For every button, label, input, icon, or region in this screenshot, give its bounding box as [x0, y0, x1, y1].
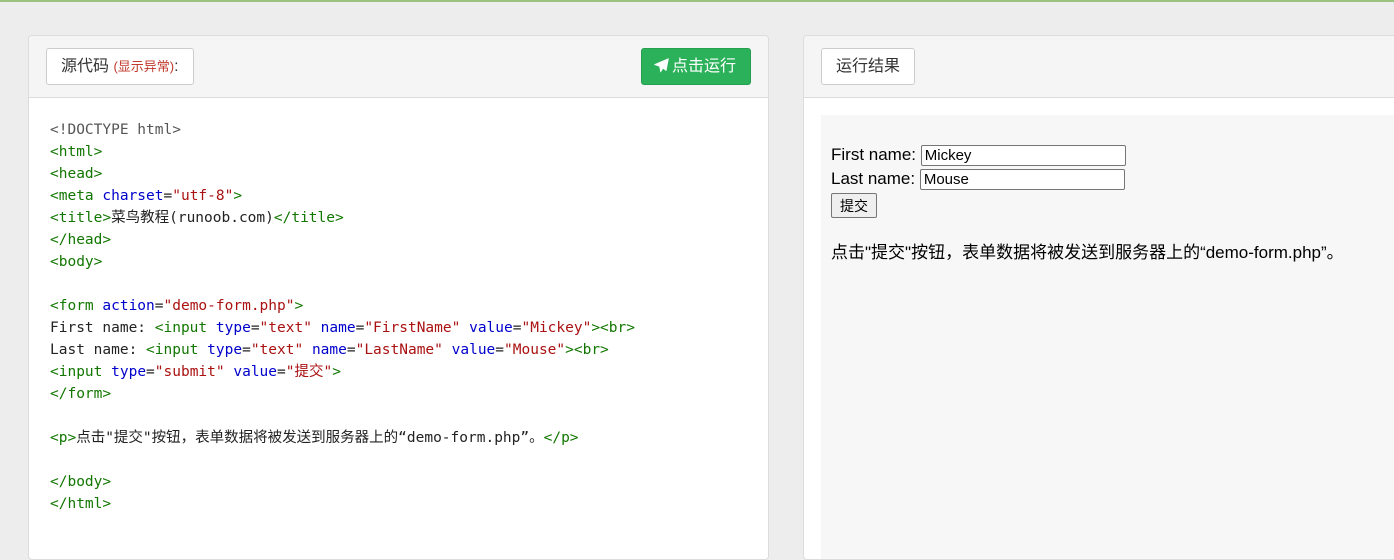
top-accent-line: [0, 0, 1394, 2]
result-panel: 运行结果 First name: Last name: 提交 点击"提交"按钮，…: [803, 35, 1394, 560]
result-label: 运行结果: [821, 48, 916, 85]
submit-row: 提交: [831, 191, 1394, 218]
last-name-row: Last name:: [831, 167, 1394, 191]
last-name-input[interactable]: [919, 169, 1125, 191]
result-panel-header: 运行结果: [804, 36, 1394, 98]
display-issue-link[interactable]: (显示异常): [113, 59, 174, 74]
code-editor[interactable]: <!DOCTYPE html> <html> <head> <meta char…: [29, 98, 768, 515]
submit-button[interactable]: 提交: [831, 193, 877, 218]
result-frame: First name: Last name: 提交 点击"提交"按钮，表单数据将…: [821, 115, 1394, 559]
run-button-label: 点击运行: [671, 58, 736, 75]
source-code-panel: 源代码 (显示异常): 点击运行 <!DOCTYPE html> <html> …: [28, 35, 769, 560]
run-button[interactable]: 点击运行: [640, 48, 751, 85]
first-name-row: First name:: [831, 143, 1394, 167]
source-code-label: 源代码 (显示异常):: [46, 48, 194, 85]
paper-plane-icon: [654, 58, 669, 73]
last-name-label: Last name:: [831, 169, 916, 188]
source-title: 源代码: [61, 58, 110, 75]
first-name-label: First name:: [831, 145, 917, 164]
first-name-input[interactable]: [920, 145, 1126, 167]
source-colon: :: [174, 58, 179, 75]
source-panel-header: 源代码 (显示异常): 点击运行: [29, 36, 768, 98]
result-paragraph: 点击"提交"按钮，表单数据将被发送到服务器上的“demo-form.php”。: [831, 243, 1344, 262]
